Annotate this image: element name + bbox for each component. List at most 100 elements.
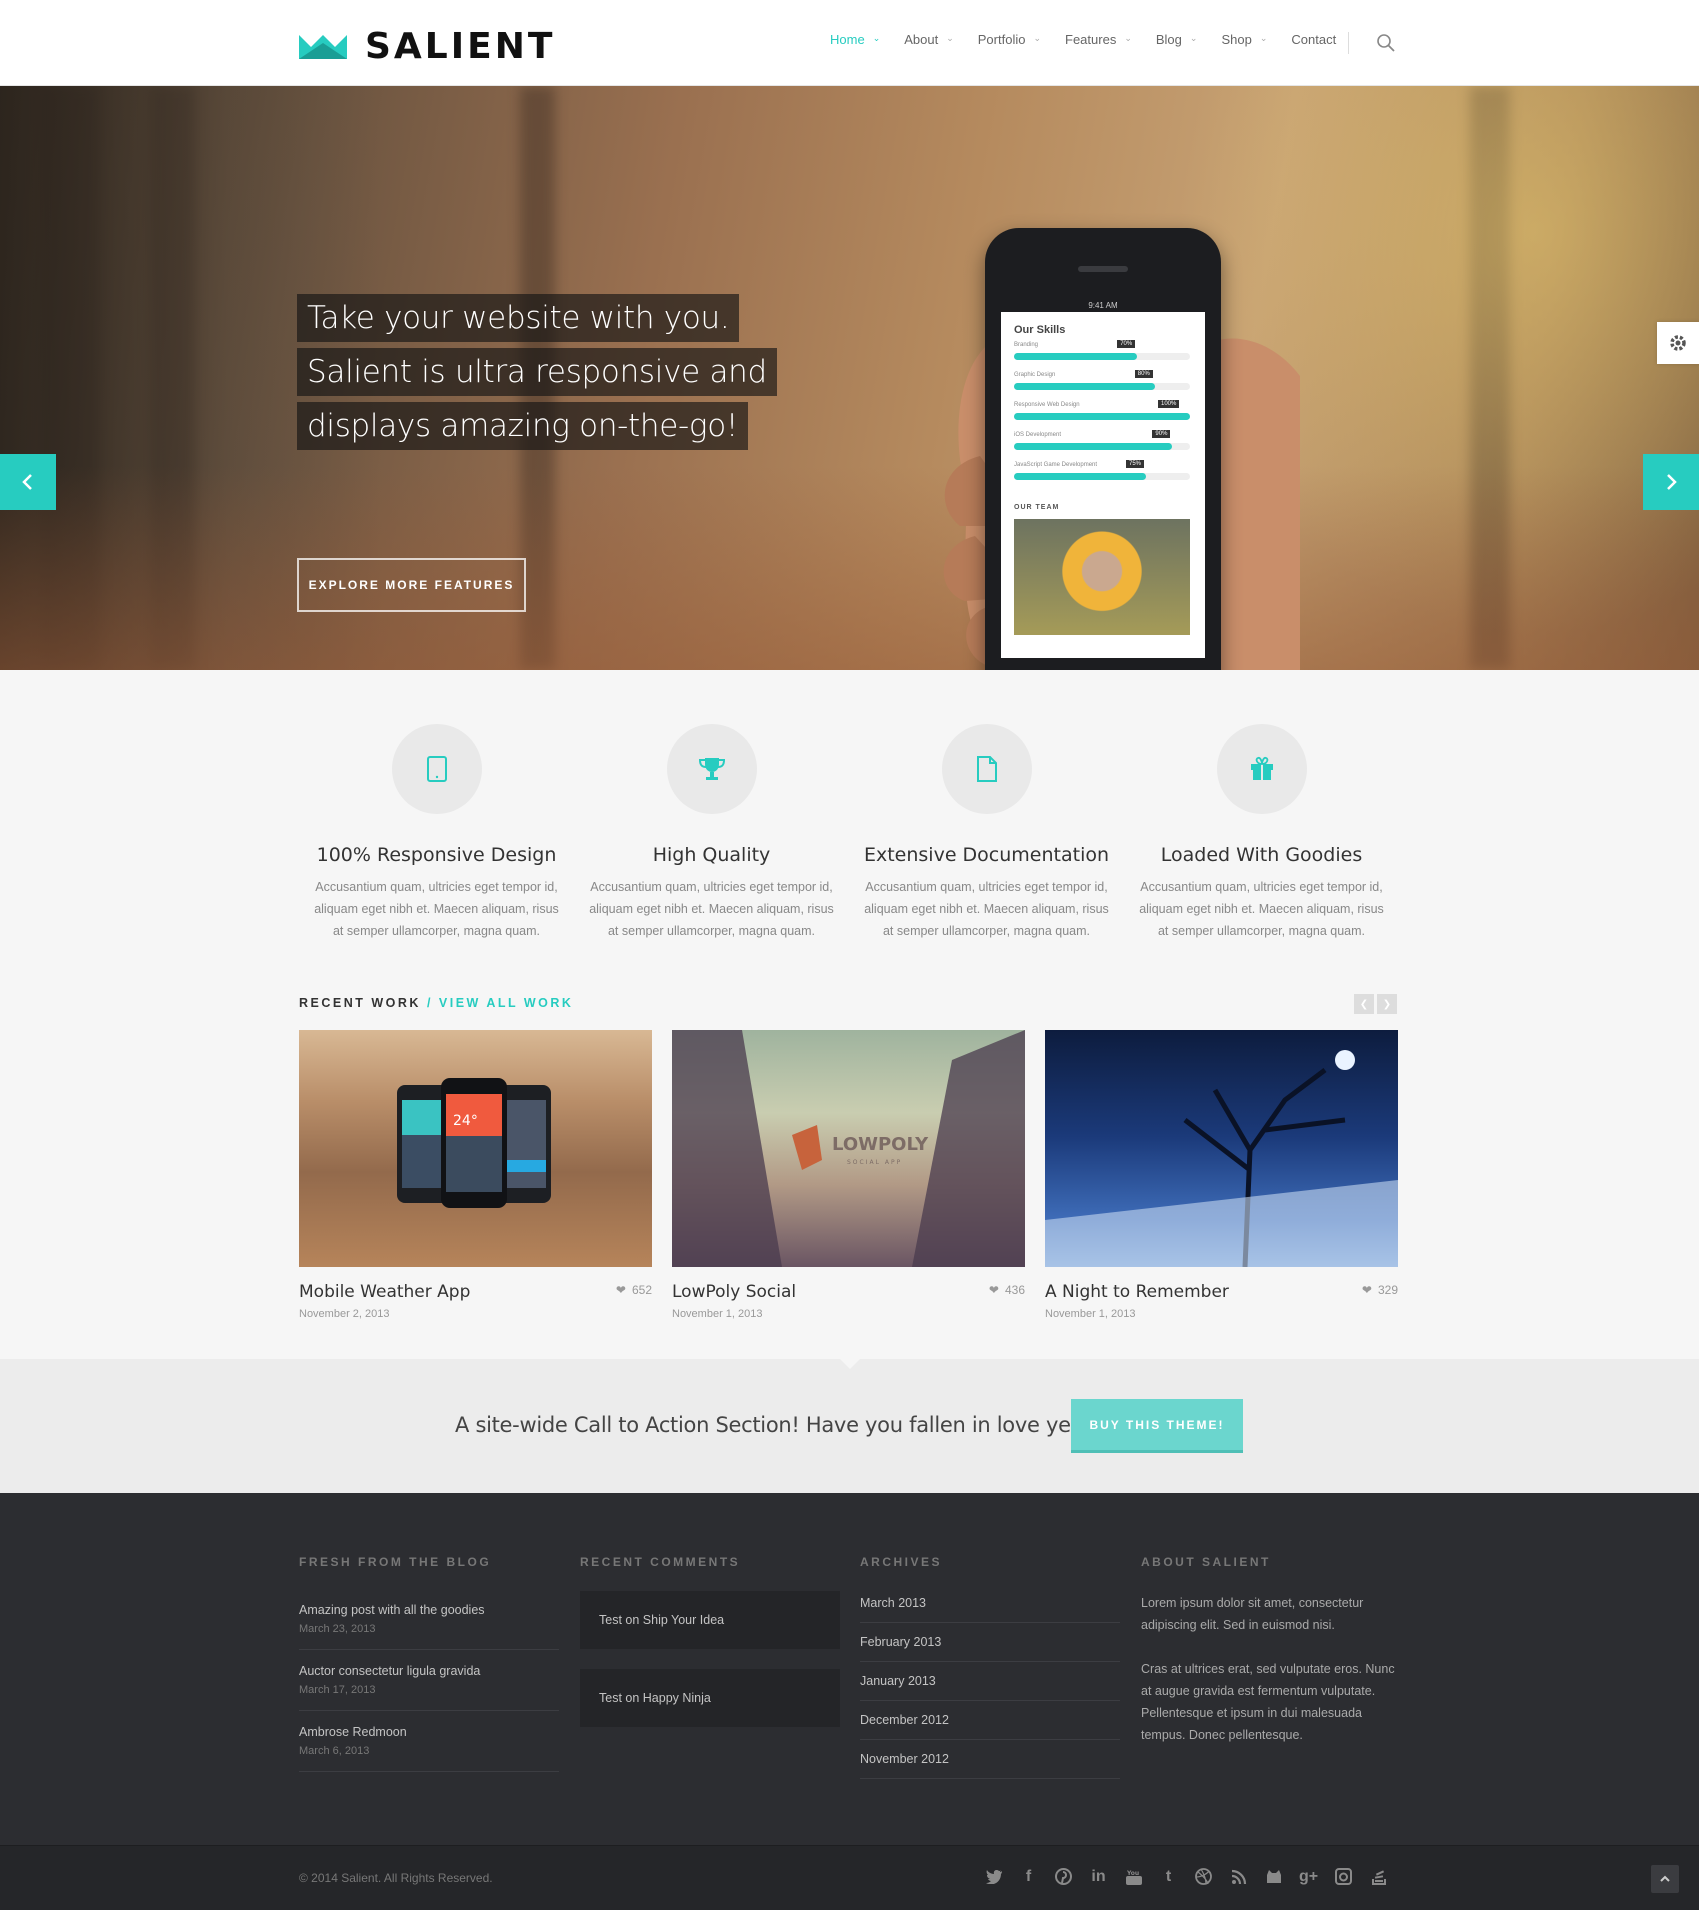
archive-link[interactable]: January 2013 bbox=[860, 1662, 1120, 1701]
nav-home[interactable]: Home ⌄ bbox=[830, 32, 880, 47]
chevron-left-icon bbox=[22, 474, 32, 490]
tumblr-icon[interactable]: t bbox=[1158, 1866, 1179, 1887]
work-title[interactable]: LowPoly Social bbox=[672, 1282, 1025, 1302]
feature-box: Extensive Documentation Accusantium quam… bbox=[849, 724, 1124, 942]
hero-caption-line: Salient is ultra responsive and bbox=[297, 348, 777, 396]
blog-post-item[interactable]: Amazing post with all the goodies March 2… bbox=[299, 1603, 559, 1650]
work-next-button[interactable]: ❯ bbox=[1377, 994, 1397, 1014]
work-thumbnail[interactable] bbox=[1045, 1030, 1398, 1267]
skill-fill bbox=[1014, 473, 1146, 480]
feature-text: Accusantium quam, ultricies eget tempor … bbox=[589, 880, 834, 938]
phone-status-time: 9:41 AM bbox=[1001, 300, 1205, 312]
comment-item[interactable]: Test on Ship Your Idea bbox=[580, 1591, 840, 1649]
footer-heading: RECENT COMMENTS bbox=[580, 1555, 741, 1569]
nav-contact[interactable]: Contact bbox=[1291, 32, 1336, 47]
nav-label: Home bbox=[830, 32, 865, 47]
nav-features[interactable]: Features ⌄ bbox=[1065, 32, 1132, 47]
site-logo[interactable]: SALIENT bbox=[299, 26, 555, 67]
footer-archives-column: ARCHIVES March 2013 February 2013 Januar… bbox=[860, 1555, 1120, 1779]
buy-theme-button[interactable]: BUY THIS THEME! bbox=[1071, 1399, 1243, 1453]
team-label: OUR TEAM bbox=[1014, 504, 1060, 511]
crown-logo-icon bbox=[299, 34, 347, 59]
skill-bar: JavaScript Game Development 75% bbox=[1014, 460, 1192, 480]
likes-counter[interactable]: ❤ 436 bbox=[989, 1283, 1025, 1297]
post-title[interactable]: Ambrose Redmoon bbox=[299, 1725, 559, 1739]
skill-bar: Graphic Design 80% bbox=[1014, 370, 1192, 390]
post-date: March 6, 2013 bbox=[299, 1745, 370, 1757]
work-title[interactable]: Mobile Weather App bbox=[299, 1282, 652, 1302]
post-title[interactable]: Amazing post with all the goodies bbox=[299, 1603, 559, 1617]
explore-features-button[interactable]: EXPLORE MORE FEATURES bbox=[297, 558, 526, 612]
team-member-photo bbox=[1014, 519, 1190, 635]
about-text: Lorem ipsum dolor sit amet, consectetur … bbox=[1141, 1596, 1364, 1632]
skill-percent: 75% bbox=[1126, 460, 1145, 468]
cta-notch bbox=[840, 1359, 860, 1369]
youtube-icon[interactable]: You bbox=[1123, 1866, 1144, 1887]
skills-list: Branding 70% Graphic Design 80% Responsive W… bbox=[1001, 340, 1205, 480]
gear-icon[interactable] bbox=[1657, 322, 1699, 364]
archive-link[interactable]: December 2012 bbox=[860, 1701, 1120, 1740]
heart-icon: ❤ bbox=[615, 1283, 626, 1297]
comment-item[interactable]: Test on Happy Ninja bbox=[580, 1669, 840, 1727]
blog-post-item[interactable]: Ambrose Redmoon March 6, 2013 bbox=[299, 1725, 559, 1772]
nav-divider bbox=[1348, 32, 1349, 54]
skills-title: Our Skills bbox=[1014, 324, 1066, 336]
nav-portfolio[interactable]: Portfolio ⌄ bbox=[978, 32, 1041, 47]
nav-about[interactable]: About ⌄ bbox=[904, 32, 954, 47]
work-item[interactable]: A Night to Remember November 1, 2013 ❤ 32… bbox=[1045, 1030, 1398, 1320]
footer-bottom-bar: © 2014 Salient. All Rights Reserved. f i… bbox=[0, 1845, 1699, 1910]
post-date: March 17, 2013 bbox=[299, 1684, 376, 1696]
likes-counter[interactable]: ❤ 652 bbox=[616, 1283, 652, 1297]
weather-temp: 24° bbox=[453, 1113, 478, 1129]
night-tree-image bbox=[1045, 1050, 1398, 1267]
nav-label: Shop bbox=[1221, 32, 1252, 47]
skill-bar: iOS Development 90% bbox=[1014, 430, 1192, 450]
work-item[interactable]: 24° Mobile Weather App November 2, 2013 … bbox=[299, 1030, 652, 1320]
svg-text:You: You bbox=[1126, 1870, 1139, 1877]
stackexchange-icon[interactable] bbox=[1368, 1866, 1389, 1887]
view-all-work-link[interactable]: / VIEW ALL WORK bbox=[427, 996, 574, 1010]
slider-prev-button[interactable] bbox=[0, 454, 56, 510]
back-to-top-button[interactable] bbox=[1651, 1865, 1679, 1893]
archive-link[interactable]: November 2012 bbox=[860, 1740, 1120, 1779]
chevron-down-icon: ⌄ bbox=[1189, 33, 1198, 43]
work-date: November 1, 2013 bbox=[672, 1308, 763, 1320]
instagram-icon[interactable] bbox=[1333, 1866, 1354, 1887]
archive-link[interactable]: March 2013 bbox=[860, 1584, 1120, 1623]
skill-track bbox=[1014, 353, 1190, 360]
skill-fill bbox=[1014, 383, 1155, 390]
feature-icon-circle bbox=[941, 724, 1032, 814]
work-thumbnail[interactable]: 24° bbox=[299, 1030, 652, 1267]
work-item[interactable]: LOWPOLY SOCIAL APP LowPoly Social Novemb… bbox=[672, 1030, 1025, 1320]
dribbble-icon[interactable] bbox=[1193, 1866, 1214, 1887]
twitter-icon[interactable] bbox=[983, 1866, 1004, 1887]
nav-shop[interactable]: Shop ⌄ bbox=[1221, 32, 1267, 47]
recent-work-heading: RECENT WORK / VIEW ALL WORK bbox=[299, 996, 573, 1010]
feature-text: Accusantium quam, ultricies eget tempor … bbox=[1139, 880, 1384, 938]
hero-ground bbox=[0, 466, 1699, 670]
slider-next-button[interactable] bbox=[1643, 454, 1699, 510]
work-thumbnail[interactable]: LOWPOLY SOCIAL APP bbox=[672, 1030, 1025, 1267]
skill-fill bbox=[1014, 443, 1173, 450]
feature-title: Loaded With Goodies bbox=[1160, 844, 1363, 866]
nav-label: Features bbox=[1065, 32, 1117, 47]
archive-link[interactable]: February 2013 bbox=[860, 1623, 1120, 1662]
post-title[interactable]: Auctor consectetur ligula gravida bbox=[299, 1664, 559, 1678]
facebook-icon[interactable]: f bbox=[1018, 1866, 1039, 1887]
work-prev-button[interactable]: ❮ bbox=[1354, 994, 1374, 1014]
linkedin-icon[interactable]: in bbox=[1088, 1866, 1109, 1887]
likes-counter[interactable]: ❤ 329 bbox=[1362, 1283, 1398, 1297]
pinterest-icon[interactable] bbox=[1053, 1866, 1074, 1887]
rss-icon[interactable] bbox=[1228, 1866, 1249, 1887]
blog-post-item[interactable]: Auctor consectetur ligula gravida March 1… bbox=[299, 1664, 559, 1711]
nav-blog[interactable]: Blog ⌄ bbox=[1156, 32, 1198, 47]
features-row: 100% Responsive Design Accusantium quam,… bbox=[299, 724, 1399, 942]
skill-label: Branding bbox=[1014, 342, 1039, 348]
nav-label: Portfolio bbox=[977, 32, 1026, 47]
search-icon[interactable] bbox=[1375, 32, 1397, 54]
nav-label: Contact bbox=[1291, 32, 1337, 47]
skill-bar: Responsive Web Design 100% bbox=[1014, 400, 1192, 420]
github-icon[interactable] bbox=[1263, 1866, 1284, 1887]
google-plus-icon[interactable]: g+ bbox=[1298, 1866, 1319, 1887]
work-title[interactable]: A Night to Remember bbox=[1045, 1282, 1398, 1302]
